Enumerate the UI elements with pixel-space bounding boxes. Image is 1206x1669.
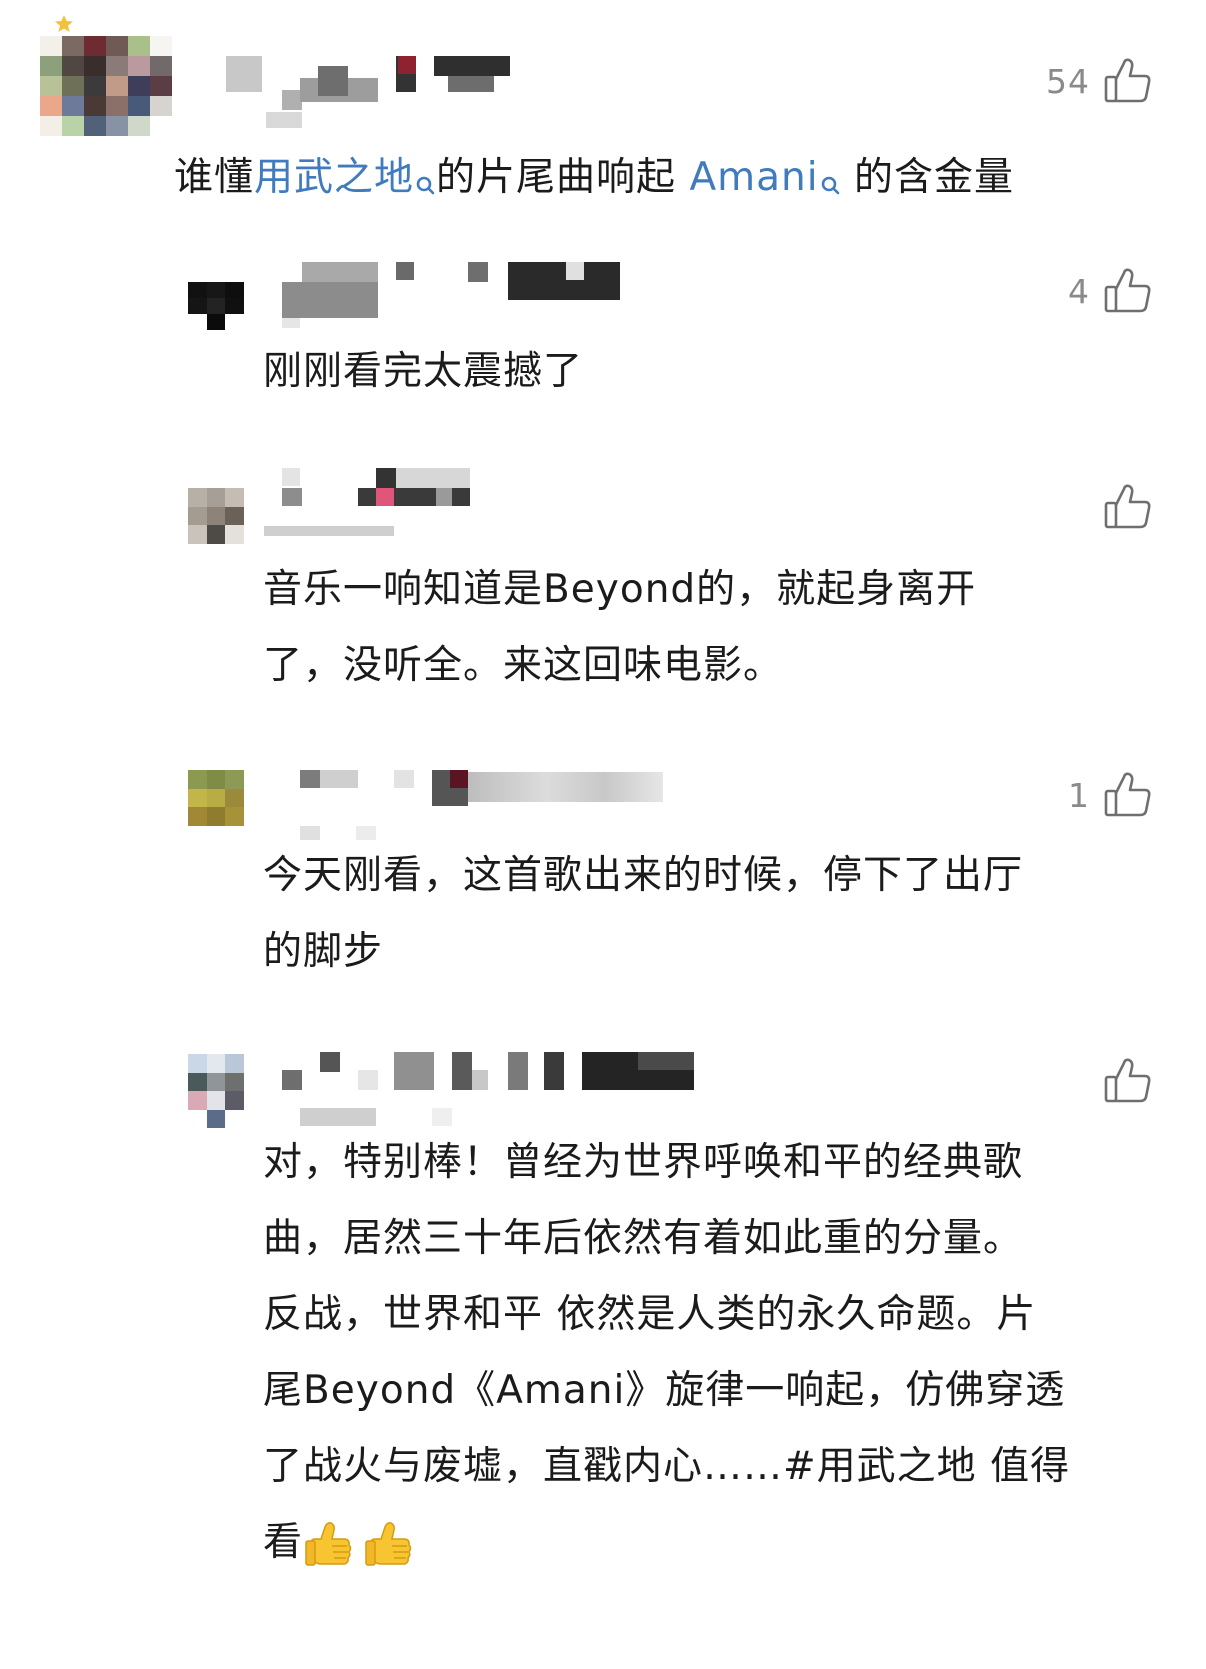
thumbs-up-emoji-icon [363, 1519, 415, 1571]
text-segment: 的片尾曲响起 [436, 155, 690, 200]
text-line: 了战火与废墟，直戳内心……#用武之地 值得 [263, 1444, 1071, 1489]
like-count: 1 [1068, 775, 1090, 815]
username-blurred[interactable] [282, 262, 622, 328]
thumbs-up-outline-icon [1104, 771, 1152, 819]
thumbs-up-outline-icon [1104, 57, 1152, 105]
search-icon[interactable] [414, 154, 436, 195]
search-icon[interactable] [819, 154, 841, 195]
comment-text: 谁懂用武之地 的片尾曲响起 Amani 的含金量 [174, 140, 1174, 216]
like-count: 54 [1046, 61, 1090, 101]
like-button[interactable]: 1 [1068, 770, 1152, 820]
reply-text: 今天刚看，这首歌出来的时候，停下了出厅 的脚步 [263, 838, 1143, 990]
text-line: 曲，居然三十年后依然有着如此重的分量。 [263, 1216, 1024, 1261]
thumbs-up-outline-icon [1104, 1057, 1152, 1105]
text-segment: 看 [263, 1520, 304, 1565]
text-line: 今天刚看，这首歌出来的时候，停下了出厅 [263, 853, 1024, 898]
avatar[interactable] [40, 36, 172, 136]
text-line: 尾Beyond《Amani》旋律一响起，仿佛穿透 [263, 1368, 1066, 1413]
text-line: 了，没听全。来这回味电影。 [263, 643, 784, 688]
avatar[interactable] [188, 488, 244, 544]
like-button[interactable]: 4 [1068, 266, 1152, 316]
text-line: 对，特别棒！曾经为世界呼唤和平的经典歌 [263, 1140, 1024, 1185]
thumbs-up-outline-icon [1104, 483, 1152, 531]
text-segment: 的含金量 [840, 155, 1014, 200]
like-button[interactable] [1090, 1056, 1152, 1106]
thumbs-up-outline-icon [1104, 267, 1152, 315]
text-line: 反战，世界和平 依然是人类的永久命题。片 [263, 1292, 1037, 1337]
text-line: 刚刚看完太震撼了 [263, 349, 584, 394]
text-line-with-emoji: 看 [263, 1505, 1153, 1581]
topic-link[interactable]: Amani [689, 155, 818, 200]
star-icon [54, 14, 74, 34]
username-blurred[interactable] [226, 56, 516, 128]
username-blurred[interactable] [300, 770, 670, 840]
like-count: 4 [1068, 271, 1090, 311]
reply-text: 对，特别棒！曾经为世界呼唤和平的经典歌 曲，居然三十年后依然有着如此重的分量。 … [263, 1125, 1153, 1581]
comment-item: 54 谁懂用武之地 的片尾曲响起 Amani 的含金量 [0, 0, 1206, 230]
avatar[interactable] [188, 770, 244, 826]
text-line: 音乐一响知道是Beyond的，就起身离开 [263, 567, 977, 612]
username-blurred[interactable] [264, 468, 482, 544]
text-segment: 谁懂 [174, 155, 255, 200]
username-blurred[interactable] [282, 1052, 702, 1128]
topic-link[interactable]: 用武之地 [254, 155, 414, 200]
thumbs-up-emoji-icon [303, 1519, 355, 1571]
avatar[interactable] [188, 282, 244, 330]
text-line: 的脚步 [263, 929, 384, 974]
reply-text: 刚刚看完太震撼了 [263, 334, 1123, 410]
reply-text: 音乐一响知道是Beyond的，就起身离开 了，没听全。来这回味电影。 [263, 552, 1143, 704]
avatar[interactable] [188, 1054, 244, 1128]
like-button[interactable]: 54 [1046, 56, 1152, 106]
like-button[interactable] [1090, 482, 1152, 532]
